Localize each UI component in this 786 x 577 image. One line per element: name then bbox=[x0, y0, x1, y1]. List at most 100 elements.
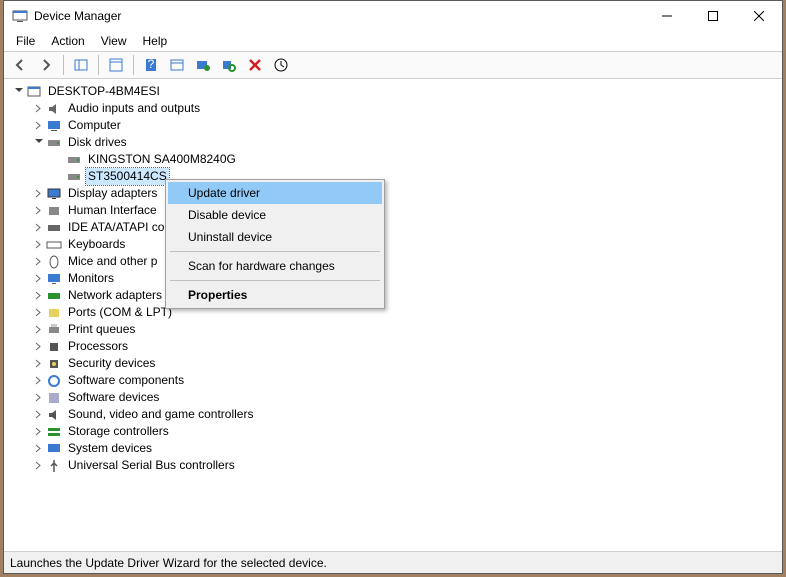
minimize-button[interactable] bbox=[644, 1, 690, 31]
tree-category[interactable]: Universal Serial Bus controllers bbox=[8, 457, 782, 474]
tree-label: Sound, video and game controllers bbox=[66, 406, 255, 423]
port-icon bbox=[46, 305, 62, 321]
action-center-button[interactable] bbox=[165, 53, 189, 77]
tree-category[interactable]: Sound, video and game controllers bbox=[8, 406, 782, 423]
chevron-right-icon[interactable] bbox=[32, 222, 44, 234]
uninstall-button[interactable] bbox=[243, 53, 267, 77]
tree-device[interactable]: ST3500414CS bbox=[8, 168, 782, 185]
tree-category[interactable]: System devices bbox=[8, 440, 782, 457]
context-menu-item[interactable]: Disable device bbox=[168, 204, 382, 226]
chevron-right-icon[interactable] bbox=[32, 341, 44, 353]
chevron-right-icon[interactable] bbox=[32, 392, 44, 404]
window-controls bbox=[644, 1, 782, 31]
tree-category[interactable]: Mice and other p bbox=[8, 253, 782, 270]
tree-label: Security devices bbox=[66, 355, 157, 372]
monitor-icon bbox=[46, 271, 62, 287]
update-driver-button[interactable] bbox=[191, 53, 215, 77]
menubar: File Action View Help bbox=[4, 31, 782, 51]
chevron-right-icon[interactable] bbox=[32, 460, 44, 472]
tree-category[interactable]: Computer bbox=[8, 117, 782, 134]
display-icon bbox=[46, 186, 62, 202]
mouse-icon bbox=[46, 254, 62, 270]
chevron-right-icon[interactable] bbox=[32, 426, 44, 438]
tree-category[interactable]: Monitors bbox=[8, 270, 782, 287]
help-button[interactable]: ? bbox=[139, 53, 163, 77]
tree-label: Software components bbox=[66, 372, 186, 389]
menu-file[interactable]: File bbox=[8, 32, 43, 50]
tree-label: Processors bbox=[66, 338, 130, 355]
context-menu-item[interactable]: Update driver bbox=[168, 182, 382, 204]
menu-help[interactable]: Help bbox=[135, 32, 176, 50]
computer-icon bbox=[46, 118, 62, 134]
chevron-right-icon[interactable] bbox=[32, 205, 44, 217]
audio-icon bbox=[46, 101, 62, 117]
tree-label: Audio inputs and outputs bbox=[66, 100, 202, 117]
context-menu-item[interactable]: Properties bbox=[168, 284, 382, 306]
tree-category[interactable]: Network adapters bbox=[8, 287, 782, 304]
tree-label: Computer bbox=[66, 117, 123, 134]
more-button[interactable] bbox=[269, 53, 293, 77]
back-button[interactable] bbox=[8, 53, 32, 77]
chevron-down-icon[interactable] bbox=[32, 137, 44, 149]
tree-category[interactable]: Audio inputs and outputs bbox=[8, 100, 782, 117]
tree-root[interactable]: DESKTOP-4BM4ESI bbox=[8, 83, 782, 100]
titlebar[interactable]: Device Manager bbox=[4, 1, 782, 31]
tree-label: Universal Serial Bus controllers bbox=[66, 457, 237, 474]
menu-action[interactable]: Action bbox=[43, 32, 92, 50]
chevron-right-icon[interactable] bbox=[32, 307, 44, 319]
tree-category[interactable]: Disk drives bbox=[8, 134, 782, 151]
tree-label: System devices bbox=[66, 440, 154, 457]
context-menu-item[interactable]: Scan for hardware changes bbox=[168, 255, 382, 277]
scan-hardware-button[interactable] bbox=[217, 53, 241, 77]
chevron-right-icon[interactable] bbox=[32, 290, 44, 302]
chevron-right-icon[interactable] bbox=[32, 256, 44, 268]
toolbar-separator bbox=[98, 55, 99, 75]
device-manager-window: Device Manager File Action View Help ? D… bbox=[3, 0, 783, 574]
chevron-right-icon[interactable] bbox=[32, 375, 44, 387]
tree-category[interactable]: Software components bbox=[8, 372, 782, 389]
security-icon bbox=[46, 356, 62, 372]
tree-category[interactable]: Print queues bbox=[8, 321, 782, 338]
tree-category[interactable]: Human Interface bbox=[8, 202, 782, 219]
menu-view[interactable]: View bbox=[93, 32, 135, 50]
tree-label: Print queues bbox=[66, 321, 137, 338]
disk-icon bbox=[66, 169, 82, 185]
properties-button[interactable] bbox=[104, 53, 128, 77]
context-menu-item[interactable]: Uninstall device bbox=[168, 226, 382, 248]
chevron-right-icon[interactable] bbox=[32, 443, 44, 455]
tree-category[interactable]: Ports (COM & LPT) bbox=[8, 304, 782, 321]
chevron-right-icon[interactable] bbox=[32, 409, 44, 421]
computer-icon bbox=[26, 84, 42, 100]
chevron-right-icon[interactable] bbox=[32, 120, 44, 132]
tree-label: Ports (COM & LPT) bbox=[66, 304, 174, 321]
tree-category[interactable]: Keyboards bbox=[8, 236, 782, 253]
tree-category[interactable]: Processors bbox=[8, 338, 782, 355]
chevron-right-icon[interactable] bbox=[32, 273, 44, 285]
forward-button[interactable] bbox=[34, 53, 58, 77]
printer-icon bbox=[46, 322, 62, 338]
chevron-right-icon[interactable] bbox=[32, 239, 44, 251]
tree-label: Monitors bbox=[66, 270, 116, 287]
disk-icon bbox=[66, 152, 82, 168]
swdev-icon bbox=[46, 390, 62, 406]
chevron-right-icon[interactable] bbox=[32, 358, 44, 370]
tree-category[interactable]: IDE ATA/ATAPI co bbox=[8, 219, 782, 236]
tree-label: Display adapters bbox=[66, 185, 159, 202]
tree-view[interactable]: DESKTOP-4BM4ESIAudio inputs and outputsC… bbox=[4, 79, 782, 551]
cpu-icon bbox=[46, 339, 62, 355]
tree-category[interactable]: Security devices bbox=[8, 355, 782, 372]
tree-category[interactable]: Storage controllers bbox=[8, 423, 782, 440]
chevron-down-icon[interactable] bbox=[12, 86, 24, 98]
swcomp-icon bbox=[46, 373, 62, 389]
tree-category[interactable]: Software devices bbox=[8, 389, 782, 406]
maximize-button[interactable] bbox=[690, 1, 736, 31]
show-hide-console-button[interactable] bbox=[69, 53, 93, 77]
statusbar: Launches the Update Driver Wizard for th… bbox=[4, 551, 782, 573]
chevron-right-icon[interactable] bbox=[32, 188, 44, 200]
tree-device[interactable]: KINGSTON SA400M8240G bbox=[8, 151, 782, 168]
close-button[interactable] bbox=[736, 1, 782, 31]
tree-category[interactable]: Display adapters bbox=[8, 185, 782, 202]
chevron-right-icon[interactable] bbox=[32, 324, 44, 336]
chevron-right-icon[interactable] bbox=[32, 103, 44, 115]
tree-label: Software devices bbox=[66, 389, 161, 406]
